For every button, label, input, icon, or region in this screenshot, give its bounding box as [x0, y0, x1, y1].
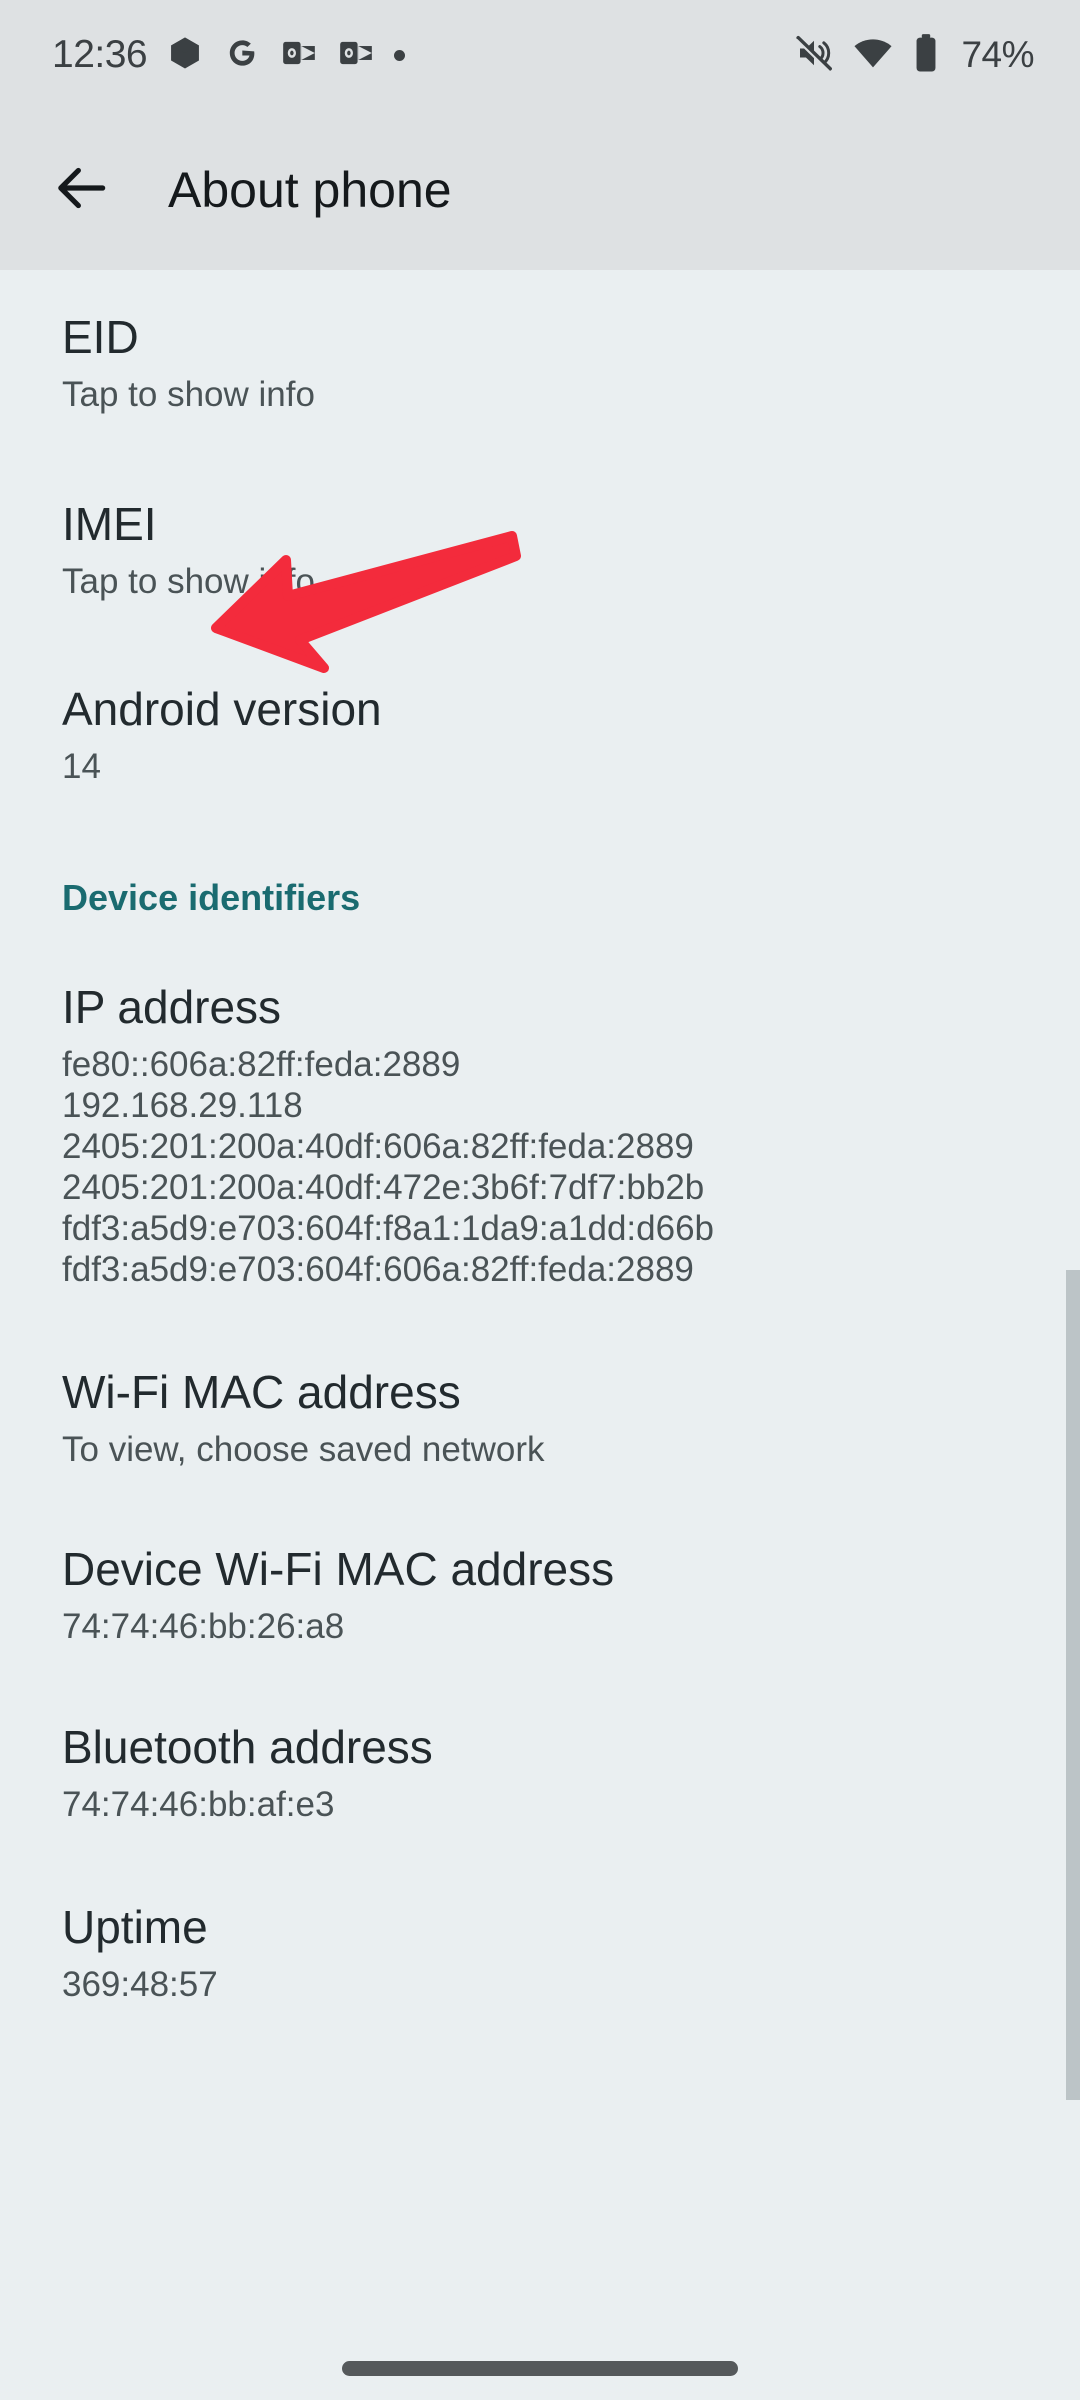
list-item-value-line: 2405:201:200a:40df:606a:82ff:feda:2889	[62, 1127, 694, 1167]
list-item-value-line: To view, choose saved network	[62, 1429, 545, 1469]
list-item-value-line: fdf3:a5d9:e703:604f:606a:82ff:feda:2889	[62, 1250, 694, 1290]
scrollbar[interactable]	[1066, 270, 1080, 2400]
list-item-uptime[interactable]: Uptime 369:48:57	[0, 1901, 1080, 2006]
list-item-title: Wi-Fi MAC address	[62, 1366, 461, 1418]
list-item-device-wifi-mac-address[interactable]: Device Wi-Fi MAC address 74:74:46:bb:26:…	[0, 1543, 1080, 1648]
list-item-value-line: fe80::606a:82ff:feda:2889	[62, 1045, 461, 1085]
list-item-title: IP address	[62, 981, 282, 1034]
list-item-title: Device Wi-Fi MAC address	[62, 1542, 615, 1595]
list-item-value-line: 74:74:46:bb:af:e3	[62, 1784, 335, 1824]
outlook-icon	[337, 34, 375, 77]
status-bar: 12:36 74%	[0, 0, 1080, 110]
list-item-title: EID	[62, 311, 139, 363]
list-item-title: Uptime	[62, 1901, 208, 1954]
list-item-value: 74:74:46:bb:af:e3	[62, 1785, 1018, 1826]
list-item-ip-address[interactable]: IP address fe80::606a:82ff:feda:2889 192…	[0, 981, 1080, 1291]
list-item-title: Bluetooth address	[62, 1720, 433, 1773]
list-item-value-line: Tap to show info	[62, 561, 315, 601]
wifi-icon	[852, 32, 894, 79]
section-header-device-identifiers: Device identifiers	[62, 877, 361, 919]
back-arrow-icon	[51, 157, 113, 224]
list-item-value-line: fdf3:a5d9:e703:604f:f8a1:1da9:a1dd:d66b	[62, 1209, 714, 1249]
settings-list[interactable]: EID Tap to show info IMEI Tap to show in…	[0, 270, 1080, 2400]
drive-icon	[166, 34, 204, 77]
list-item-value: Tap to show info	[62, 562, 1018, 603]
google-icon	[223, 34, 261, 77]
list-item-eid[interactable]: EID Tap to show info	[0, 311, 1080, 416]
list-item-value: 14	[62, 747, 1018, 788]
status-bar-left: 12:36	[52, 33, 406, 77]
navigation-bar	[0, 2336, 1080, 2400]
page-title: About phone	[168, 162, 452, 218]
battery-percent-label: 74%	[961, 34, 1034, 75]
list-item-value-line: Tap to show info	[62, 374, 315, 414]
list-item-bluetooth-address[interactable]: Bluetooth address 74:74:46:bb:af:e3	[0, 1721, 1080, 1826]
app-bar: About phone	[0, 110, 1080, 270]
list-item-value: To view, choose saved network	[62, 1430, 1018, 1471]
home-gesture-pill[interactable]	[342, 2360, 738, 2376]
status-bar-right: 74%	[793, 32, 1034, 79]
volume-off-icon	[793, 32, 835, 79]
list-item-value: fe80::606a:82ff:feda:2889 192.168.29.118…	[62, 1045, 1018, 1291]
battery-icon	[911, 32, 941, 79]
status-clock: 12:36	[52, 33, 148, 76]
clipped-previous-item	[0, 270, 1080, 278]
list-item-value: 74:74:46:bb:26:a8	[62, 1607, 1018, 1648]
list-item-value-line: 2405:201:200a:40df:472e:3b6f:7df7:bb2b	[62, 1168, 705, 1208]
list-item-value-line: 14	[62, 746, 101, 786]
scrollbar-thumb[interactable]	[1066, 1270, 1080, 2100]
notification-dot-icon	[394, 49, 406, 61]
list-item-value-line: 74:74:46:bb:26:a8	[62, 1606, 345, 1646]
list-item-wifi-mac-address[interactable]: Wi-Fi MAC address To view, choose saved …	[0, 1366, 1080, 1471]
list-item-value: 369:48:57	[62, 1965, 1018, 2006]
list-item-value-line: 192.168.29.118	[62, 1086, 303, 1126]
list-item-android-version[interactable]: Android version 14	[0, 683, 1080, 788]
outlook-icon	[280, 34, 318, 77]
list-item-title: IMEI	[62, 497, 157, 550]
list-item-imei[interactable]: IMEI Tap to show info	[0, 498, 1080, 603]
list-item-value-line: 369:48:57	[62, 1965, 218, 2005]
list-item-value: Tap to show info	[62, 375, 1018, 416]
list-item-title: Android version	[62, 682, 382, 735]
back-button[interactable]	[34, 142, 130, 238]
